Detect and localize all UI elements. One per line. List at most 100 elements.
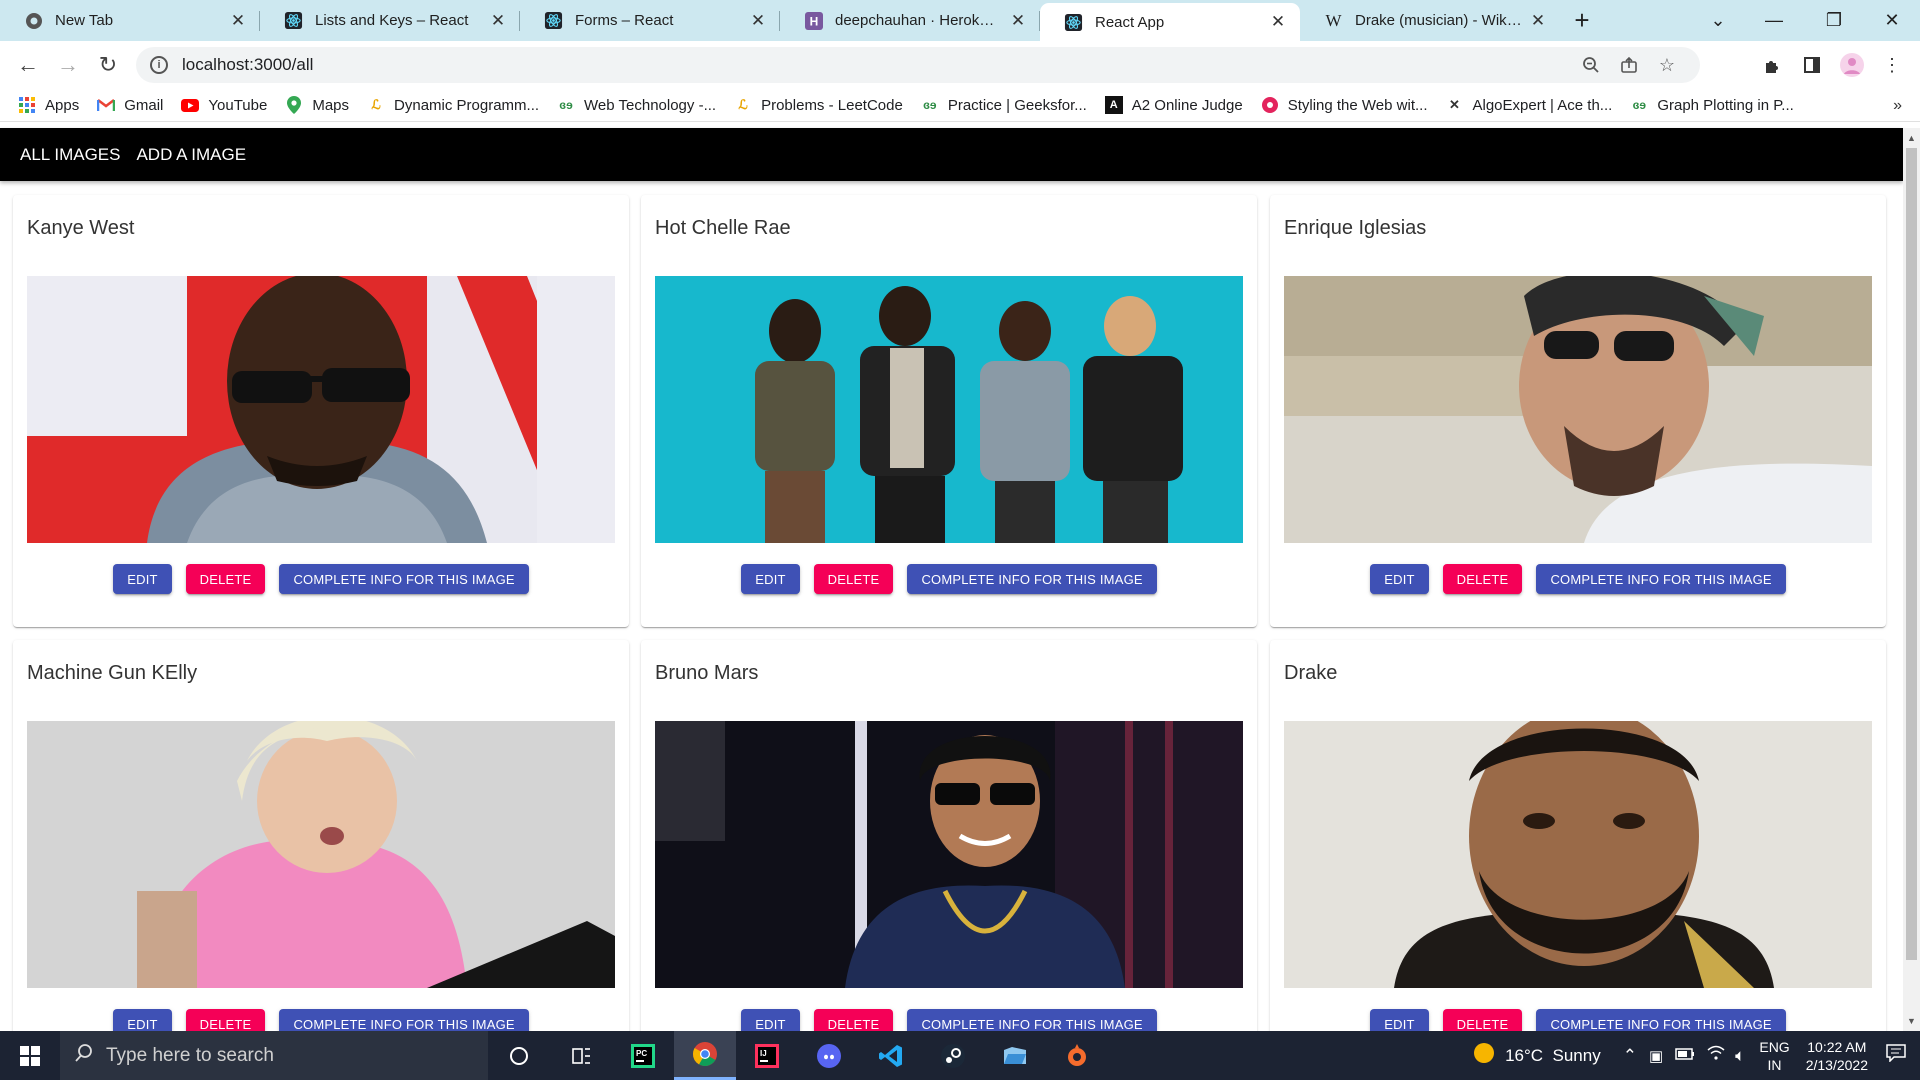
- wikipedia-icon: W: [1325, 10, 1342, 30]
- complete-info-button[interactable]: Complete Info for this image: [907, 1009, 1157, 1031]
- edit-button[interactable]: Edit: [113, 564, 172, 594]
- gfg-icon: ɞɘ: [559, 98, 573, 112]
- tab-wikipedia-drake[interactable]: W Drake (musician) - Wikipedi ✕: [1300, 0, 1560, 41]
- edit-button[interactable]: Edit: [113, 1009, 172, 1031]
- extensions-icon[interactable]: [1752, 41, 1792, 89]
- tab-forms[interactable]: Forms – React ✕: [520, 0, 780, 41]
- restore-button[interactable]: ❐: [1806, 0, 1862, 41]
- bookmark-gmail[interactable]: Gmail: [97, 96, 163, 114]
- bookmark-youtube[interactable]: YouTube: [181, 96, 267, 114]
- complete-info-button[interactable]: Complete Info for this image: [1536, 1009, 1786, 1031]
- image-card: Drake Edit Delete Complete Info for this…: [1270, 640, 1886, 1031]
- bookmark-algoexpert[interactable]: ✕ AlgoExpert | Ace th...: [1446, 96, 1612, 114]
- meet-icon[interactable]: ▣: [1649, 1047, 1663, 1065]
- tab-lists-keys[interactable]: Lists and Keys – React ✕: [260, 0, 520, 41]
- close-icon[interactable]: ✕: [748, 11, 768, 31]
- complete-info-button[interactable]: Complete Info for this image: [279, 564, 529, 594]
- tab-react-app[interactable]: React App ✕: [1040, 3, 1300, 41]
- bookmark-styling-web[interactable]: Styling the Web wit...: [1261, 96, 1428, 114]
- complete-info-button[interactable]: Complete Info for this image: [1536, 564, 1786, 594]
- image-card: Hot Chelle Rae EDIT DELETE COMPLETE INFO…: [641, 195, 1257, 627]
- close-icon[interactable]: ✕: [488, 11, 508, 31]
- cortana-icon[interactable]: [488, 1031, 550, 1080]
- card-actions: Edit Delete Complete Info for this image: [13, 1009, 629, 1031]
- bookmark-practice-gfg[interactable]: ɞɘ Practice | Geeksfor...: [921, 96, 1087, 114]
- bookmark-maps[interactable]: Maps: [285, 96, 349, 114]
- volume-icon[interactable]: 🔈︎: [1735, 1046, 1745, 1066]
- bookmark-apps[interactable]: Apps: [18, 96, 79, 114]
- bookmark-star-icon[interactable]: ☆: [1648, 47, 1686, 83]
- windows-taskbar: Type here to search PC IJ 16°C Sunny ⌃ ▣: [0, 1031, 1920, 1080]
- delete-button[interactable]: Delete: [813, 1009, 894, 1031]
- delete-button[interactable]: Delete: [1442, 564, 1523, 594]
- side-panel-icon[interactable]: [1792, 41, 1832, 89]
- site-info-icon[interactable]: i: [150, 56, 168, 74]
- start-button[interactable]: [0, 1031, 60, 1080]
- close-icon[interactable]: ✕: [1528, 11, 1548, 31]
- complete-info-button[interactable]: Complete Info for this image: [907, 564, 1157, 594]
- delete-button[interactable]: Delete: [1442, 1009, 1523, 1031]
- language-indicator[interactable]: ENG IN: [1759, 1038, 1789, 1074]
- tab-search-icon[interactable]: ⌄: [1690, 0, 1746, 41]
- battery-icon[interactable]: [1675, 1046, 1695, 1066]
- bookmark-label: Dynamic Programm...: [394, 96, 540, 114]
- search-icon: [74, 1043, 94, 1069]
- scroll-up-icon[interactable]: ▲: [1903, 130, 1920, 146]
- bookmark-graph-plotting[interactable]: ɞɘ Graph Plotting in P...: [1630, 96, 1794, 114]
- wifi-icon[interactable]: [1707, 1045, 1725, 1066]
- edit-button[interactable]: Edit: [741, 564, 800, 594]
- complete-info-button[interactable]: Complete Info for this image: [279, 1009, 529, 1031]
- menu-icon[interactable]: ⋮: [1872, 41, 1912, 89]
- clock[interactable]: 10:22 AM 2/13/2022: [1806, 1038, 1868, 1074]
- share-icon[interactable]: [1610, 47, 1648, 83]
- origin-icon[interactable]: [1046, 1031, 1108, 1080]
- bookmark-a2-online-judge[interactable]: A A2 Online Judge: [1104, 96, 1243, 114]
- weather-sun-icon[interactable]: [1473, 1042, 1495, 1069]
- vscode-icon[interactable]: [860, 1031, 922, 1080]
- notification-icon[interactable]: [1886, 1044, 1906, 1067]
- react-icon: [1064, 13, 1083, 32]
- bookmark-dynamic-programming[interactable]: ℒ Dynamic Programm...: [367, 96, 539, 114]
- nav-add-image[interactable]: Add a Image: [136, 145, 246, 165]
- reload-icon[interactable]: ↻: [88, 45, 128, 85]
- apps-grid-icon: [18, 96, 36, 114]
- scroll-down-icon[interactable]: ▼: [1903, 1013, 1920, 1029]
- chevron-up-icon[interactable]: ⌃: [1623, 1046, 1637, 1066]
- bookmarks-overflow-button[interactable]: »: [1893, 89, 1902, 122]
- taskbar-search-box[interactable]: Type here to search: [60, 1031, 488, 1080]
- edit-button[interactable]: Edit: [1370, 564, 1429, 594]
- zoom-icon[interactable]: [1572, 47, 1610, 83]
- discord-icon[interactable]: [798, 1031, 860, 1080]
- minimize-button[interactable]: —: [1746, 0, 1802, 41]
- new-tab-button[interactable]: +: [1560, 0, 1604, 41]
- task-view-icon[interactable]: [550, 1031, 612, 1080]
- chrome-taskbar-icon[interactable]: [674, 1031, 736, 1080]
- pycharm-icon[interactable]: PC: [612, 1031, 674, 1080]
- forward-icon[interactable]: →: [48, 45, 88, 85]
- file-explorer-icon[interactable]: [984, 1031, 1046, 1080]
- address-bar[interactable]: i localhost:3000/all ☆: [136, 47, 1700, 83]
- bookmark-web-technology[interactable]: ɞɘ Web Technology -...: [557, 96, 716, 114]
- intellij-icon[interactable]: IJ: [736, 1031, 798, 1080]
- edit-button[interactable]: Edit: [741, 1009, 800, 1031]
- scrollbar-thumb[interactable]: [1906, 148, 1917, 960]
- page-scrollbar[interactable]: ▲ ▼: [1903, 128, 1920, 1031]
- close-icon[interactable]: ✕: [1268, 12, 1288, 32]
- url-text: localhost:3000/all: [182, 55, 314, 74]
- delete-button[interactable]: Delete: [185, 1009, 266, 1031]
- steam-icon[interactable]: [922, 1031, 984, 1080]
- close-window-button[interactable]: ✕: [1864, 0, 1920, 41]
- nav-all-images[interactable]: All Images: [20, 145, 120, 165]
- close-icon[interactable]: ✕: [228, 11, 248, 31]
- edit-button[interactable]: Edit: [1370, 1009, 1429, 1031]
- weather-text[interactable]: 16°C Sunny: [1505, 1046, 1601, 1066]
- delete-button[interactable]: Delete: [185, 564, 266, 594]
- tab-new-tab[interactable]: New Tab ✕: [0, 0, 260, 41]
- bookmark-leetcode[interactable]: ℒ Problems - LeetCode: [734, 96, 902, 114]
- delete-button[interactable]: Delete: [813, 564, 894, 594]
- close-icon[interactable]: ✕: [1008, 11, 1028, 31]
- profile-avatar[interactable]: [1832, 41, 1872, 89]
- back-icon[interactable]: ←: [8, 45, 48, 85]
- card-photo: [27, 721, 615, 988]
- tab-heroku[interactable]: H deepchauhan · Heroku-git | ✕: [780, 0, 1040, 41]
